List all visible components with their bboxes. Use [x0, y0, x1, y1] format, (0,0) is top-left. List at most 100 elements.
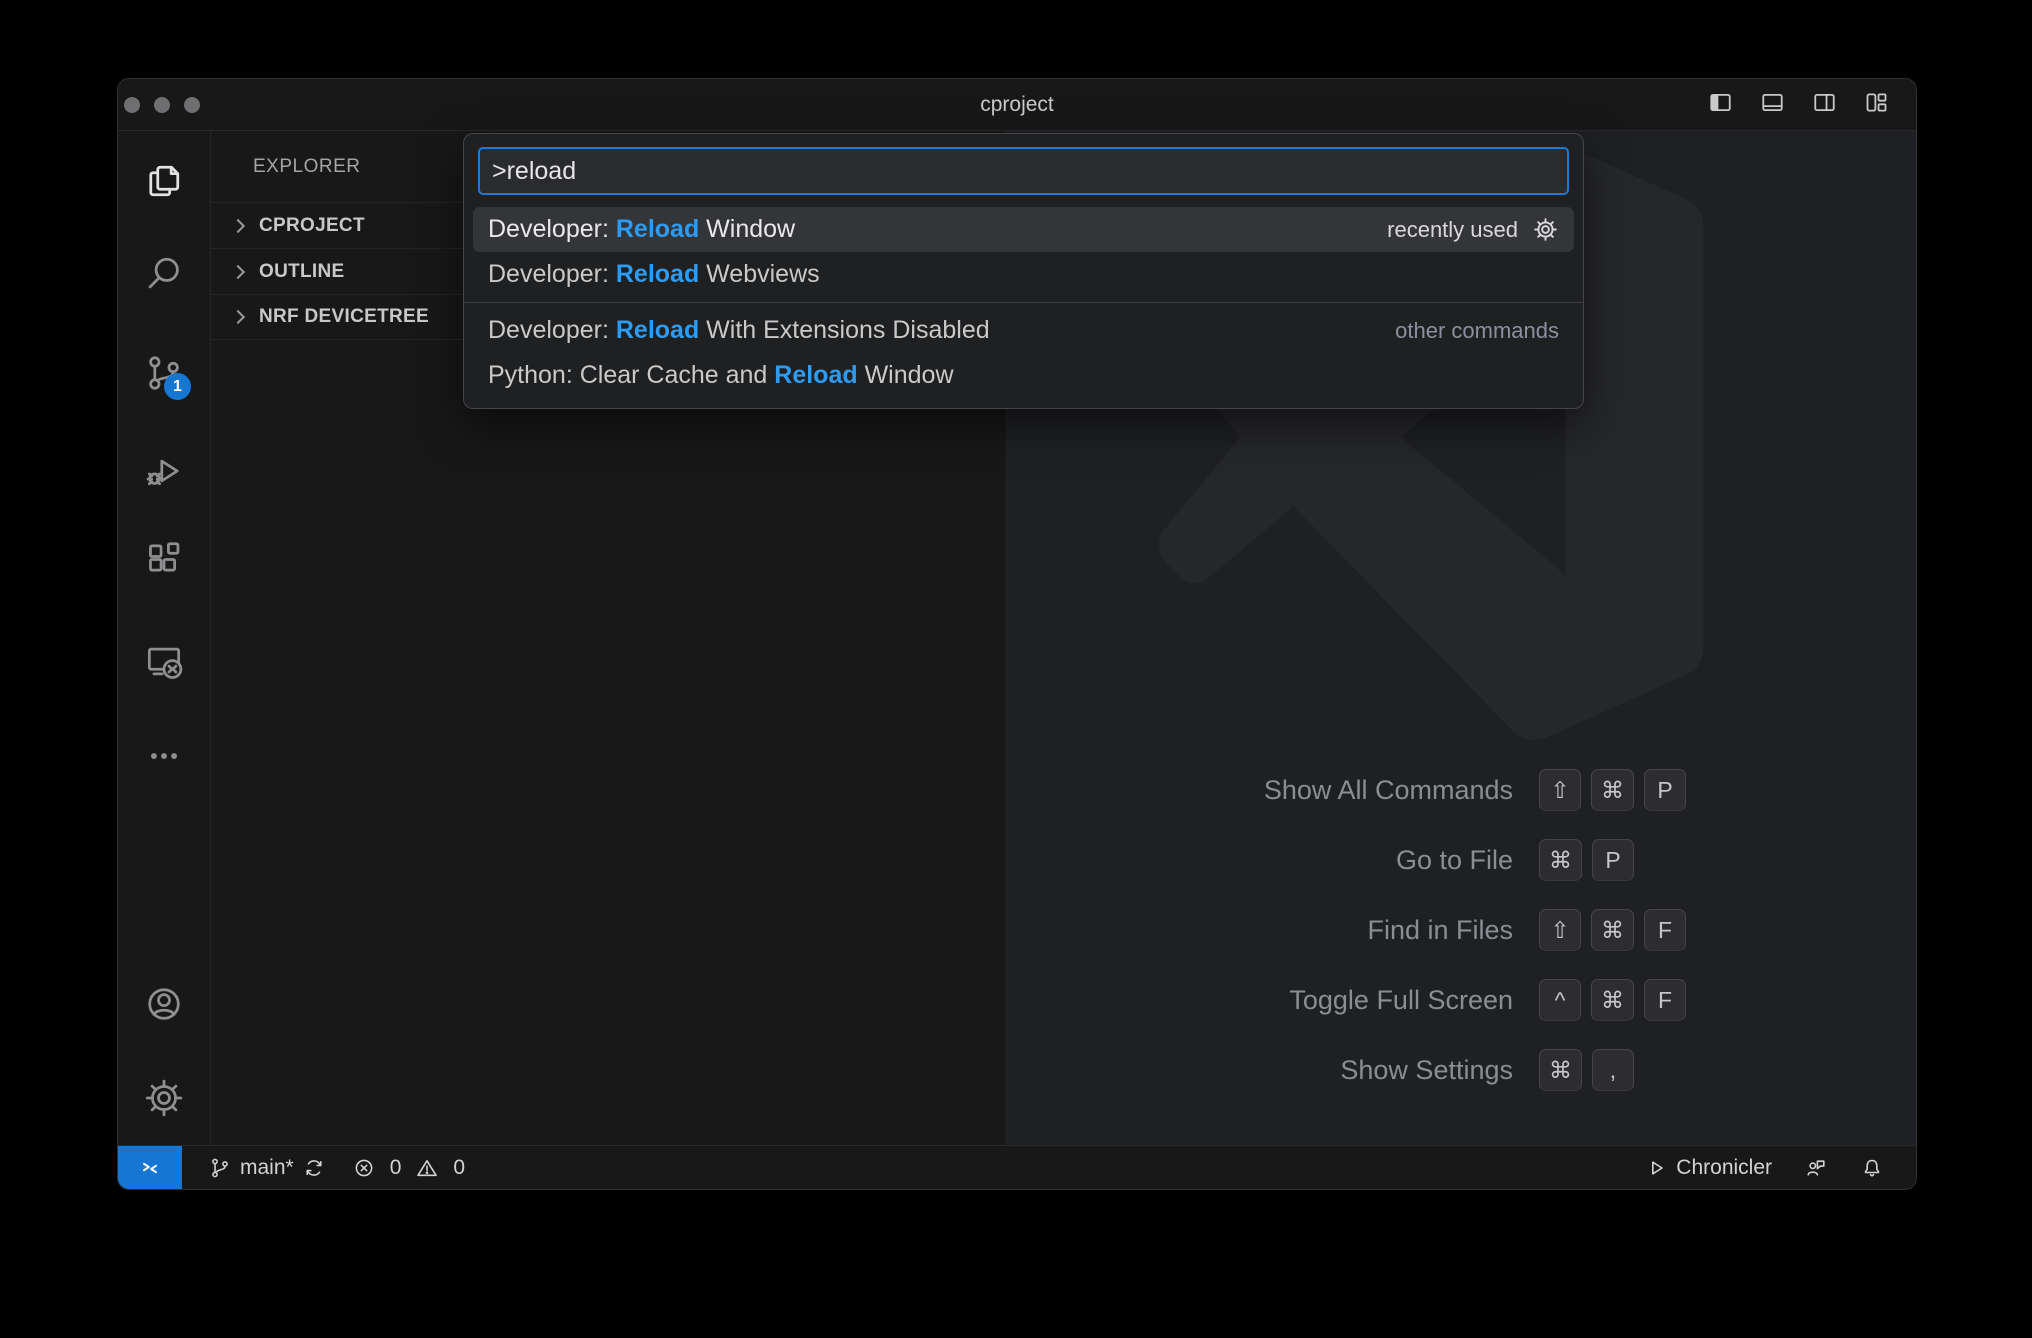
- palette-row[interactable]: Python: Clear Cache and Reload Window: [473, 353, 1574, 398]
- remote-explorer-icon: [142, 639, 186, 683]
- keycap: P: [1592, 839, 1634, 881]
- chevron-right-icon: [231, 264, 245, 278]
- chronicler-status[interactable]: Chronicler: [1644, 1156, 1772, 1180]
- gear-icon[interactable]: [1532, 216, 1559, 243]
- row-group-meta: other commands: [1395, 318, 1559, 344]
- match-highlight: Reload: [616, 215, 699, 243]
- match-highlight: Reload: [616, 316, 699, 344]
- explorer-tab[interactable]: [141, 158, 187, 204]
- palette-row[interactable]: Developer: Reload With Extensions Disabl…: [473, 308, 1574, 353]
- label-text: Window: [858, 361, 954, 389]
- keycap: P: [1644, 769, 1686, 811]
- files-icon: [142, 159, 186, 203]
- remote-icon: [138, 1156, 162, 1180]
- title-bar: cproject: [118, 79, 1916, 131]
- search-tab[interactable]: [141, 250, 187, 296]
- more-actions-button[interactable]: [141, 733, 187, 779]
- section-label: NRF DEVICETREE: [259, 306, 429, 328]
- warnings-count: 0: [453, 1156, 465, 1180]
- command-palette-input[interactable]: [492, 157, 1555, 186]
- shortcut-row: Toggle Full Screen ^⌘F: [1007, 965, 1916, 1035]
- command-palette-input-box: [478, 147, 1569, 195]
- keycap: F: [1644, 909, 1686, 951]
- branch-status[interactable]: main*: [208, 1156, 326, 1180]
- watermark-shortcuts: Show All Commands⇧⌘PGo to File⌘PFind in …: [1007, 755, 1916, 1105]
- warnings-icon: [415, 1156, 439, 1180]
- remote-indicator[interactable]: [118, 1146, 182, 1189]
- shortcut-row: Go to File ⌘P: [1007, 825, 1916, 895]
- label-text: Developer:: [488, 260, 616, 288]
- sync-icon: [302, 1156, 326, 1180]
- label-text: Window: [699, 215, 795, 243]
- accounts-button[interactable]: [141, 981, 187, 1027]
- source-control-tab[interactable]: 1: [141, 350, 187, 396]
- extensions-tab[interactable]: [141, 535, 187, 581]
- shortcut-label: Toggle Full Screen: [1007, 985, 1513, 1016]
- notifications-bell-icon[interactable]: [1860, 1156, 1884, 1180]
- settings-gear-icon: [142, 1076, 186, 1120]
- command-results-list: Developer: Reload Windowrecently usedDev…: [464, 207, 1583, 398]
- more-icon: [142, 734, 186, 778]
- window-title: cproject: [118, 93, 1916, 117]
- extensions-icon: [142, 536, 186, 580]
- git-branch-icon: [208, 1156, 232, 1180]
- command-palette: Developer: Reload Windowrecently usedDev…: [463, 133, 1584, 409]
- remote-explorer-tab[interactable]: [141, 638, 187, 684]
- branch-label: main*: [240, 1156, 294, 1180]
- scm-badge: 1: [164, 373, 191, 400]
- shortcut-label: Go to File: [1007, 845, 1513, 876]
- shortcut-label: Find in Files: [1007, 915, 1513, 946]
- shortcut-label: Show Settings: [1007, 1055, 1513, 1086]
- chronicler-label: Chronicler: [1676, 1156, 1772, 1180]
- toggle-secondary-sidebar-icon[interactable]: [1811, 89, 1838, 121]
- zoom-button[interactable]: [184, 97, 200, 113]
- feedback-icon[interactable]: [1804, 1156, 1828, 1180]
- toggle-panel-icon[interactable]: [1759, 89, 1786, 121]
- activity-bar: 1: [118, 131, 211, 1145]
- match-highlight: Reload: [616, 260, 699, 288]
- label-text: Developer:: [488, 316, 616, 344]
- keycap: ⌘: [1539, 1049, 1582, 1091]
- keycap: ⇧: [1539, 769, 1581, 811]
- keycap: ,: [1592, 1049, 1634, 1091]
- play-icon: [1644, 1156, 1668, 1180]
- palette-separator: [464, 302, 1583, 303]
- label-text: Python: Clear Cache and: [488, 361, 774, 389]
- shortcut-keys: ⌘,: [1529, 1049, 1634, 1091]
- vscode-window: cproject 1: [117, 78, 1917, 1190]
- account-icon: [142, 982, 186, 1026]
- settings-button[interactable]: [141, 1075, 187, 1121]
- shortcut-keys: ^⌘F: [1529, 979, 1686, 1021]
- label-text: Webviews: [699, 260, 819, 288]
- problems-status[interactable]: 0 0: [352, 1156, 465, 1180]
- section-label: CPROJECT: [259, 215, 365, 237]
- shortcut-row: Find in Files ⇧⌘F: [1007, 895, 1916, 965]
- keycap: ⌘: [1591, 979, 1634, 1021]
- traffic-lights: [124, 79, 200, 130]
- run-debug-tab[interactable]: [141, 448, 187, 494]
- toggle-sidebar-icon[interactable]: [1707, 89, 1734, 121]
- section-label: OUTLINE: [259, 261, 345, 283]
- palette-row[interactable]: Developer: Reload Webviews: [473, 252, 1574, 297]
- minimize-button[interactable]: [154, 97, 170, 113]
- command-label: Python: Clear Cache and Reload Window: [488, 361, 954, 390]
- keycap: ⌘: [1591, 909, 1634, 951]
- chevron-right-icon: [231, 310, 245, 324]
- keycap: F: [1644, 979, 1686, 1021]
- palette-row[interactable]: Developer: Reload Windowrecently used: [473, 207, 1574, 252]
- shortcut-keys: ⌘P: [1529, 839, 1634, 881]
- customize-layout-icon[interactable]: [1863, 89, 1890, 121]
- errors-count: 0: [390, 1156, 402, 1180]
- close-button[interactable]: [124, 97, 140, 113]
- chevron-right-icon: [231, 218, 245, 232]
- keycap: ⌘: [1591, 769, 1634, 811]
- keycap: ⇧: [1539, 909, 1581, 951]
- run-debug-icon: [142, 449, 186, 493]
- label-text: With Extensions Disabled: [699, 316, 989, 344]
- status-bar: main* 0 0 Chronicler: [118, 1145, 1916, 1189]
- errors-icon: [352, 1156, 376, 1180]
- command-label: Developer: Reload Webviews: [488, 260, 820, 289]
- command-label: Developer: Reload Window: [488, 215, 795, 244]
- label-text: Developer:: [488, 215, 616, 243]
- command-label: Developer: Reload With Extensions Disabl…: [488, 316, 990, 345]
